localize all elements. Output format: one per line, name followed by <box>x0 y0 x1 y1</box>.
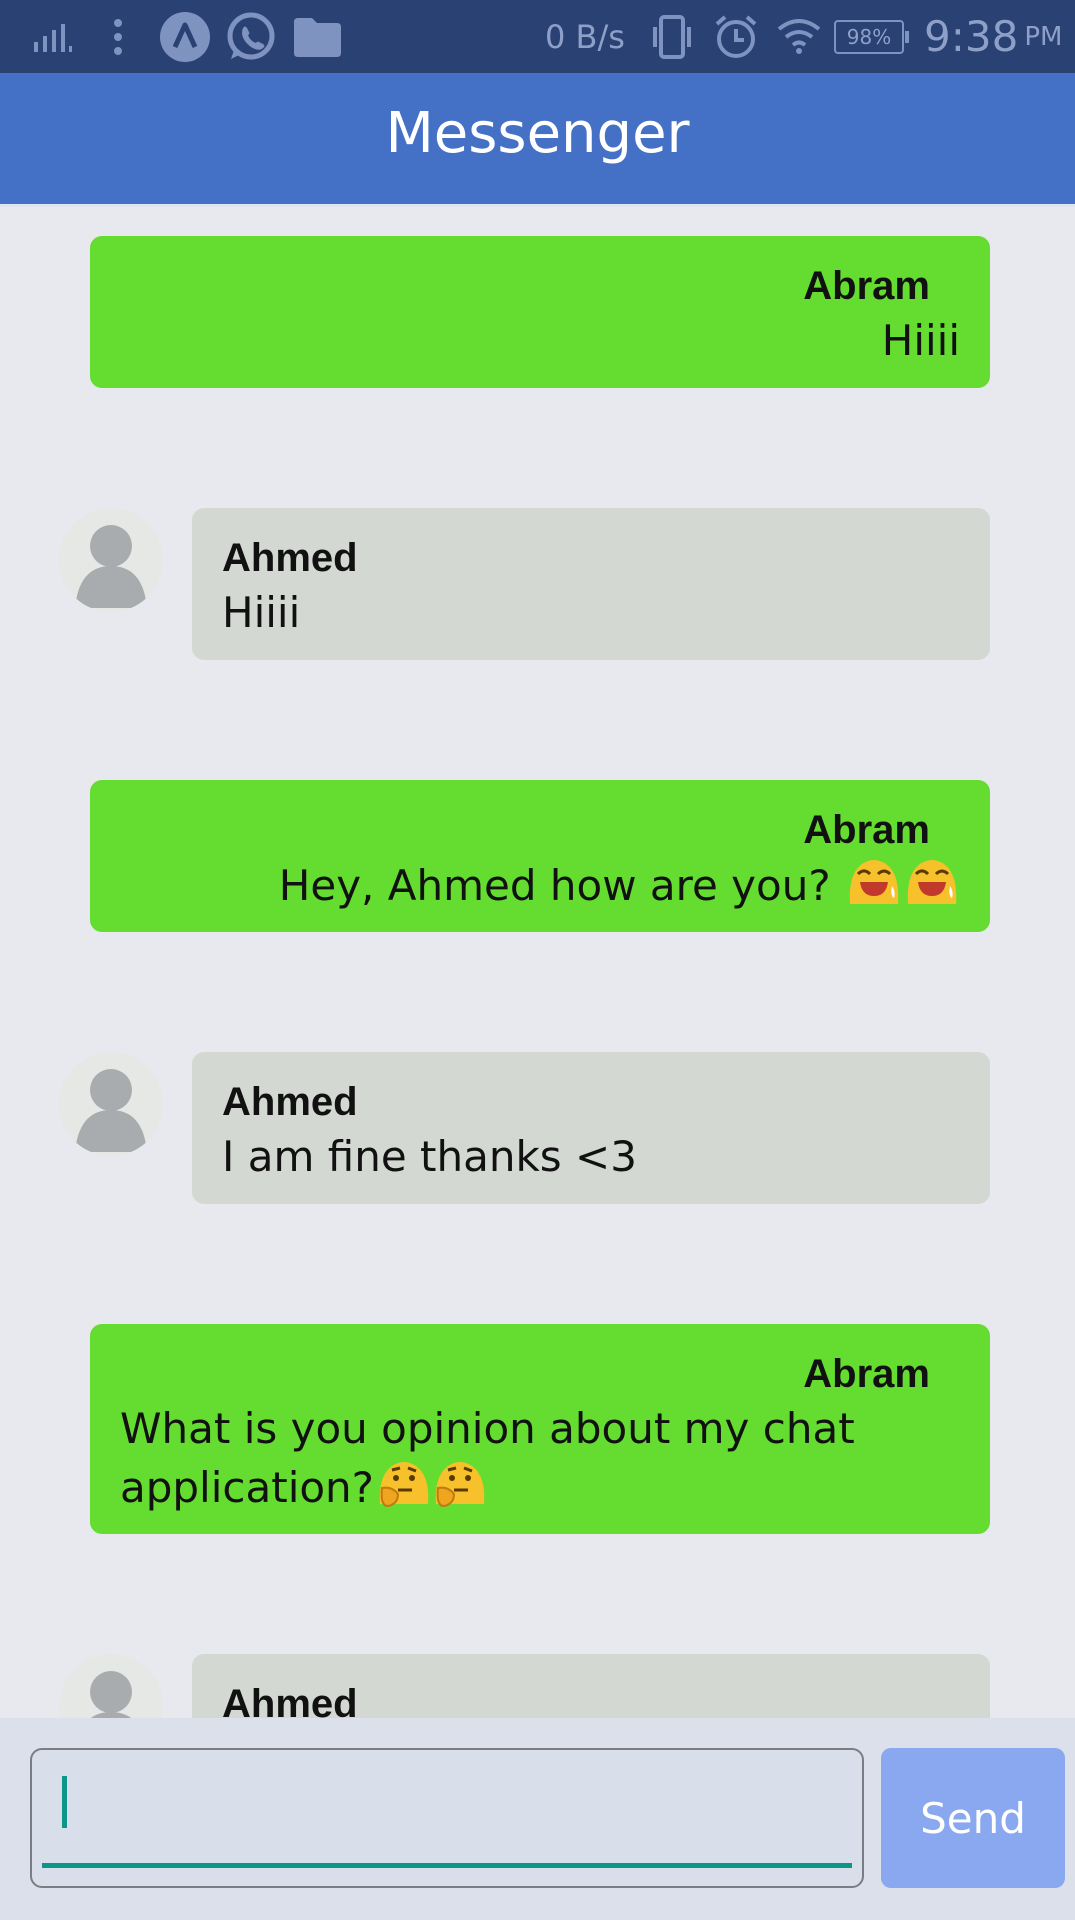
send-button[interactable]: Send <box>881 1748 1065 1888</box>
message-text-line: application? <box>120 1463 374 1512</box>
message-text: Hey, Ahmed how are you? <box>278 861 831 910</box>
message-sender: Ahmed <box>222 1080 358 1124</box>
clock-ampm: PM <box>1024 21 1063 52</box>
message-sender: Ahmed <box>222 536 358 580</box>
thinking-emoji-icon <box>376 1458 430 1523</box>
wifi-icon <box>776 0 822 73</box>
battery-level: 98% <box>846 24 892 49</box>
message-sender: Ahmed <box>222 1682 358 1718</box>
more-vert-icon <box>113 0 123 73</box>
message-list[interactable]: Abram Hiiii Ahmed Hiiii Abram Hey, Ahmed… <box>0 207 1075 1718</box>
page-title: Messenger <box>385 101 690 166</box>
status-bar: 0 B/s 98% 9:38 PM <box>0 0 1075 73</box>
laughing-emoji-icon <box>904 856 960 921</box>
message-text: I am fine thanks <3 <box>222 1132 637 1181</box>
message-bubble-incoming: Ahmed I am fine thanks <3 <box>192 1052 990 1204</box>
message-sender: Abram <box>803 264 930 308</box>
alarm-icon <box>714 0 758 73</box>
message-composer: Send <box>0 1718 1075 1920</box>
message-sender: Abram <box>803 808 930 852</box>
message-bubble-outgoing: Abram Hey, Ahmed how are you? <box>90 780 990 932</box>
text-caret <box>62 1776 67 1828</box>
thinking-emoji-icon <box>432 1458 486 1523</box>
avatar <box>59 508 163 612</box>
app-bar: Messenger <box>0 73 1075 207</box>
message-input-container[interactable] <box>30 1748 864 1888</box>
message-bubble-outgoing: Abram What is you opinion about my chat … <box>90 1324 990 1534</box>
message-content: Hey, Ahmed how are you? <box>120 856 960 921</box>
message-content: application? <box>120 1458 960 1523</box>
clock-time: 9:38 <box>924 12 1019 61</box>
folder-icon <box>292 0 342 73</box>
clock: 9:38 PM <box>924 0 1062 73</box>
message-sender: Abram <box>803 1352 930 1396</box>
vibrate-icon <box>651 0 693 73</box>
message-text-line: What is you opinion about my chat <box>120 1404 855 1453</box>
message-text: Hiiii <box>881 316 960 365</box>
message-bubble-incoming: Ahmed <box>192 1654 990 1718</box>
avatar <box>59 1052 163 1156</box>
whatsapp-icon <box>225 0 277 73</box>
message-bubble-outgoing: Abram Hiiii <box>90 236 990 388</box>
app-notification-icon <box>159 0 211 73</box>
message-bubble-incoming: Ahmed Hiiii <box>192 508 990 660</box>
laughing-emoji-icon <box>846 856 902 921</box>
input-underline <box>42 1863 852 1868</box>
battery-icon: 98% <box>834 0 909 73</box>
message-text: Hiiii <box>222 588 301 637</box>
signal-icon <box>34 0 74 73</box>
avatar <box>59 1654 163 1718</box>
network-speed: 0 B/s <box>545 17 625 56</box>
